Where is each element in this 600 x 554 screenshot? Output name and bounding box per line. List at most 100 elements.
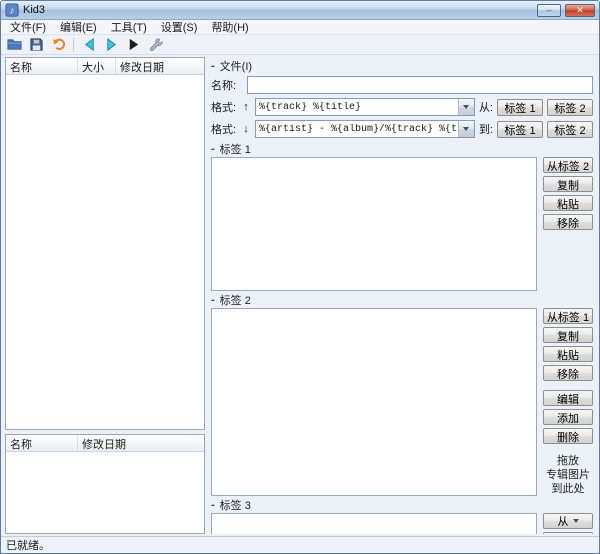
tag3-to-dropdown-button[interactable]: 到: [543, 532, 593, 534]
drop-hint-line: 专辑图片: [546, 468, 590, 481]
play-button[interactable]: [123, 36, 143, 54]
tag3-button-column: 从 到: [543, 513, 593, 534]
column-name[interactable]: 名称: [6, 58, 78, 74]
open-button[interactable]: [4, 36, 24, 54]
tag2-remove-button[interactable]: 移除: [543, 365, 593, 381]
name-label: 名称:: [211, 80, 237, 92]
format-from-row: 格式: ↑ %{track} %{title} 从: 标签 1 标签 2: [211, 98, 593, 116]
minimize-button[interactable]: –: [537, 3, 561, 17]
file-list-panel: 名称 大小 修改日期: [5, 57, 205, 430]
tag3-section-header[interactable]: - 标签 3: [211, 497, 593, 512]
arrow-up-icon: ↑: [243, 101, 249, 113]
open-icon: [6, 39, 22, 50]
tag1-fields-area[interactable]: [211, 157, 537, 291]
titlebar[interactable]: ♪ Kid3 – ✕: [1, 1, 599, 20]
svg-text:♪: ♪: [10, 6, 15, 17]
file-list-header: 名称 大小 修改日期: [6, 58, 204, 75]
tag2-copy-button[interactable]: 复制: [543, 327, 593, 343]
left-column: 名称 大小 修改日期 名称 修改日期: [5, 57, 205, 534]
file-section-header[interactable]: - 文件(I): [211, 58, 593, 73]
format-from-filename-combo[interactable]: %{track} %{title}: [255, 98, 475, 116]
menu-item-file[interactable]: 文件(F): [3, 20, 53, 34]
close-button[interactable]: ✕: [565, 3, 595, 17]
filename-to-tag1-button[interactable]: 标签 1: [497, 120, 543, 138]
arrow-down-icon: ↓: [243, 123, 249, 135]
menu-item-tools[interactable]: 工具(T): [104, 20, 154, 34]
previous-file-icon: [84, 37, 94, 52]
menu-item-settings[interactable]: 设置(S): [154, 20, 205, 34]
previous-file-button[interactable]: [79, 36, 99, 54]
tag2-edit-button[interactable]: 编辑: [543, 390, 593, 406]
collapse-icon: -: [211, 59, 215, 72]
from-label: 从:: [478, 102, 493, 114]
window-title: Kid3: [23, 4, 46, 16]
tag2-section: 从标签 1 复制 粘贴 移除 编辑 添加 删除 拖放 专辑图片 到此处: [211, 308, 593, 496]
tag1-remove-button[interactable]: 移除: [543, 214, 593, 230]
directory-list-header: 名称 修改日期: [6, 435, 204, 452]
tag1-copy-button[interactable]: 复制: [543, 176, 593, 192]
file-list-body[interactable]: [6, 75, 204, 429]
next-file-icon: [106, 37, 116, 52]
tag1-section-header[interactable]: - 标签 1: [211, 141, 593, 156]
right-column: - 文件(I) 名称: 格式: ↑ %{track} %{title} 从: 标…: [209, 57, 595, 534]
column-size[interactable]: 大小: [78, 58, 116, 74]
tag2-section-header[interactable]: - 标签 2: [211, 292, 593, 307]
menu-item-edit[interactable]: 编辑(E): [53, 20, 104, 34]
tag2-paste-button[interactable]: 粘贴: [543, 346, 593, 362]
tag2-add-button[interactable]: 添加: [543, 409, 593, 425]
toolbar: [1, 35, 599, 55]
next-file-button[interactable]: [101, 36, 121, 54]
main-area: 名称 大小 修改日期 名称 修改日期 - 文件(I) 名称: 格式: ↑ %{t…: [1, 55, 599, 536]
format-to-filename-combo[interactable]: %{artist} - %{album}/%{track} %{title}: [255, 120, 475, 138]
revert-icon: [52, 38, 65, 51]
to-label: 到:: [478, 124, 493, 136]
tag2-button-column: 从标签 1 复制 粘贴 移除 编辑 添加 删除 拖放 专辑图片 到此处: [543, 308, 593, 496]
statusbar: 已就绪。: [1, 536, 599, 553]
tag1-paste-button[interactable]: 粘贴: [543, 195, 593, 211]
settings-button[interactable]: [145, 36, 165, 54]
filename-from-tag2-button[interactable]: 标签 2: [547, 98, 593, 116]
tag3-from-label: 从: [557, 516, 569, 529]
directory-list-body[interactable]: [6, 452, 204, 533]
revert-button[interactable]: [48, 36, 68, 54]
directory-list-panel: 名称 修改日期: [5, 434, 205, 534]
drop-hint-line: 拖放: [557, 455, 579, 467]
app-icon: ♪: [5, 3, 19, 17]
tag1-section: 从标签 2 复制 粘贴 移除: [211, 157, 593, 291]
tag3-from-dropdown-button[interactable]: 从: [543, 513, 593, 530]
album-art-drop-hint: 拖放 专辑图片 到此处: [543, 455, 593, 496]
drop-hint-line: 到此处: [551, 482, 585, 495]
column-modified[interactable]: 修改日期: [78, 435, 204, 451]
collapse-icon: -: [211, 498, 215, 511]
tag2-from-tag1-button[interactable]: 从标签 1: [543, 308, 593, 324]
save-icon: [29, 38, 43, 51]
filename-row: 名称:: [211, 76, 593, 94]
tag2-delete-button[interactable]: 删除: [543, 428, 593, 444]
combo-value: %{artist} - %{album}/%{track} %{title}: [259, 123, 458, 135]
filename-to-tag2-button[interactable]: 标签 2: [547, 120, 593, 138]
menu-item-help[interactable]: 帮助(H): [204, 20, 255, 34]
column-name[interactable]: 名称: [6, 435, 78, 451]
chevron-down-icon: [572, 519, 579, 524]
tag3-fields-area[interactable]: [211, 513, 537, 534]
file-section-title: 文件(I): [219, 60, 253, 73]
chevron-down-icon[interactable]: [457, 121, 474, 137]
tag3-section: 从 到: [211, 513, 593, 534]
tag2-fields-area[interactable]: [211, 308, 537, 496]
combo-value: %{track} %{title}: [259, 101, 362, 113]
status-text: 已就绪。: [6, 540, 50, 552]
tag1-section-title: 标签 1: [219, 143, 251, 156]
toolbar-separator: [73, 37, 74, 52]
tag1-from-tag2-button[interactable]: 从标签 2: [543, 157, 593, 173]
chevron-down-icon[interactable]: [457, 99, 474, 115]
file-name-input[interactable]: [247, 76, 593, 94]
filename-from-tag1-button[interactable]: 标签 1: [497, 98, 543, 116]
app-window: ♪ Kid3 – ✕ 文件(F) 编辑(E) 工具(T) 设置(S) 帮助(H): [0, 0, 600, 554]
play-icon: [129, 38, 138, 51]
menubar: 文件(F) 编辑(E) 工具(T) 设置(S) 帮助(H): [1, 20, 599, 35]
column-modified[interactable]: 修改日期: [116, 58, 204, 74]
save-button[interactable]: [26, 36, 46, 54]
tag1-button-column: 从标签 2 复制 粘贴 移除: [543, 157, 593, 230]
tag3-to-label: 到: [558, 532, 569, 534]
settings-icon: [149, 38, 163, 52]
